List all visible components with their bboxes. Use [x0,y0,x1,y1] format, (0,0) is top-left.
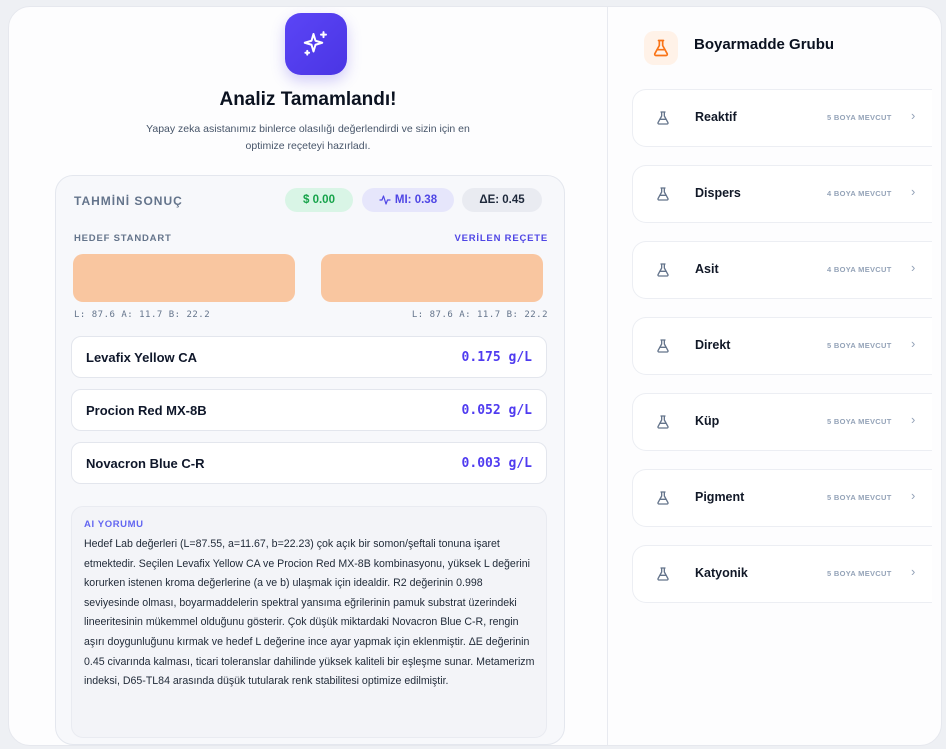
ai-comment-label: AI YORUMU [84,519,144,530]
dye-group-name: Direkt [695,338,731,352]
dye-row: Procion Red MX-8B 0.052 g/L [71,389,547,431]
dye-group-count: 5 BOYA MEVCUT [827,569,892,578]
chevron-right-icon: › [911,412,916,427]
dye-group-name: Küp [695,414,720,428]
recipe-color-swatch [321,254,543,302]
given-recipe-label: VERİLEN REÇETE [454,233,548,244]
analysis-title: Analiz Tamamlandı! [219,89,397,110]
dye-group-count: 4 BOYA MEVCUT [827,189,892,198]
dye-group-name: Dispers [695,186,741,200]
dye-group-item-dispers[interactable]: Dispers 4 BOYA MEVCUT › [632,165,932,223]
chevron-right-icon: › [911,184,916,199]
flask-icon [644,31,678,65]
target-color-swatch [73,254,295,302]
chevron-right-icon: › [911,336,916,351]
dye-name: Levafix Yellow CA [86,350,198,365]
flask-icon [651,410,675,434]
flask-icon [651,106,675,130]
delta-e-value: ΔE: 0.45 [479,194,525,206]
analysis-subtitle: Yapay zeka asistanımız binlerce olasılığ… [146,123,470,152]
dye-group-panel: Boyarmadde Grubu Reaktif 5 BOYA MEVCUT ›… [608,7,941,745]
dye-row: Novacron Blue C-R 0.003 g/L [71,442,547,484]
dye-group-count: 5 BOYA MEVCUT [827,493,892,502]
dye-group-item-reaktif[interactable]: Reaktif 5 BOYA MEVCUT › [632,89,932,147]
flask-icon [651,562,675,586]
dye-group-count: 5 BOYA MEVCUT [827,417,892,426]
dye-row: Levafix Yellow CA 0.175 g/L [71,336,547,378]
flask-icon [651,486,675,510]
activity-icon [379,195,391,205]
app-frame: Analiz Tamamlandı! Yapay zeka asistanımı… [8,6,942,746]
recipe-lab-values: L: 87.6 A: 11.7 B: 22.2 [411,310,548,320]
dye-amount: 0.052 g/L [461,403,532,418]
dye-group-count: 5 BOYA MEVCUT [827,113,892,122]
dye-group-name: Reaktif [695,110,737,124]
flask-icon [651,258,675,282]
analysis-panel: Analiz Tamamlandı! Yapay zeka asistanımı… [9,7,607,745]
chevron-right-icon: › [911,108,916,123]
chevron-right-icon: › [911,564,916,579]
target-standard-label: HEDEF STANDART [74,233,172,244]
ai-comment-box: AI YORUMU Hedef Lab değerleri (L=87.55, … [71,506,547,738]
flask-icon [651,182,675,206]
result-card: TAHMİNİ SONUÇ $ 0.00 MI: 0.38 ΔE: 0.45 H… [55,175,565,745]
dye-group-title: Boyarmadde Grubu [694,36,835,53]
dye-amount: 0.003 g/L [461,456,532,471]
sparkles-icon [285,13,347,75]
chevron-right-icon: › [911,260,916,275]
mi-badge: MI: 0.38 [362,188,454,212]
dye-group-name: Pigment [695,490,745,504]
mi-value: MI: 0.38 [394,194,438,206]
result-heading: TAHMİNİ SONUÇ [74,194,183,208]
dye-name: Procion Red MX-8B [86,403,207,418]
dye-group-count: 4 BOYA MEVCUT [827,265,892,274]
dye-group-item-direkt[interactable]: Direkt 5 BOYA MEVCUT › [632,317,932,375]
dye-group-count: 5 BOYA MEVCUT [827,341,892,350]
dye-group-item-kup[interactable]: Küp 5 BOYA MEVCUT › [632,393,932,451]
dye-amount: 0.175 g/L [461,350,532,365]
target-lab-values: L: 87.6 A: 11.7 B: 22.2 [74,310,211,320]
ai-comment-text: Hedef Lab değerleri (L=87.55, a=11.67, b… [84,538,535,688]
flask-icon [651,334,675,358]
cost-value: $ 0.00 [303,194,335,206]
dye-group-item-asit[interactable]: Asit 4 BOYA MEVCUT › [632,241,932,299]
dye-name: Novacron Blue C-R [86,456,205,471]
dye-group-item-pigment[interactable]: Pigment 5 BOYA MEVCUT › [632,469,932,527]
dye-group-name: Katyonik [695,566,748,580]
chevron-right-icon: › [911,488,916,503]
delta-e-badge: ΔE: 0.45 [462,188,542,212]
dye-group-item-katyonik[interactable]: Katyonik 5 BOYA MEVCUT › [632,545,932,603]
cost-badge: $ 0.00 [285,188,353,212]
dye-group-name: Asit [695,262,719,276]
